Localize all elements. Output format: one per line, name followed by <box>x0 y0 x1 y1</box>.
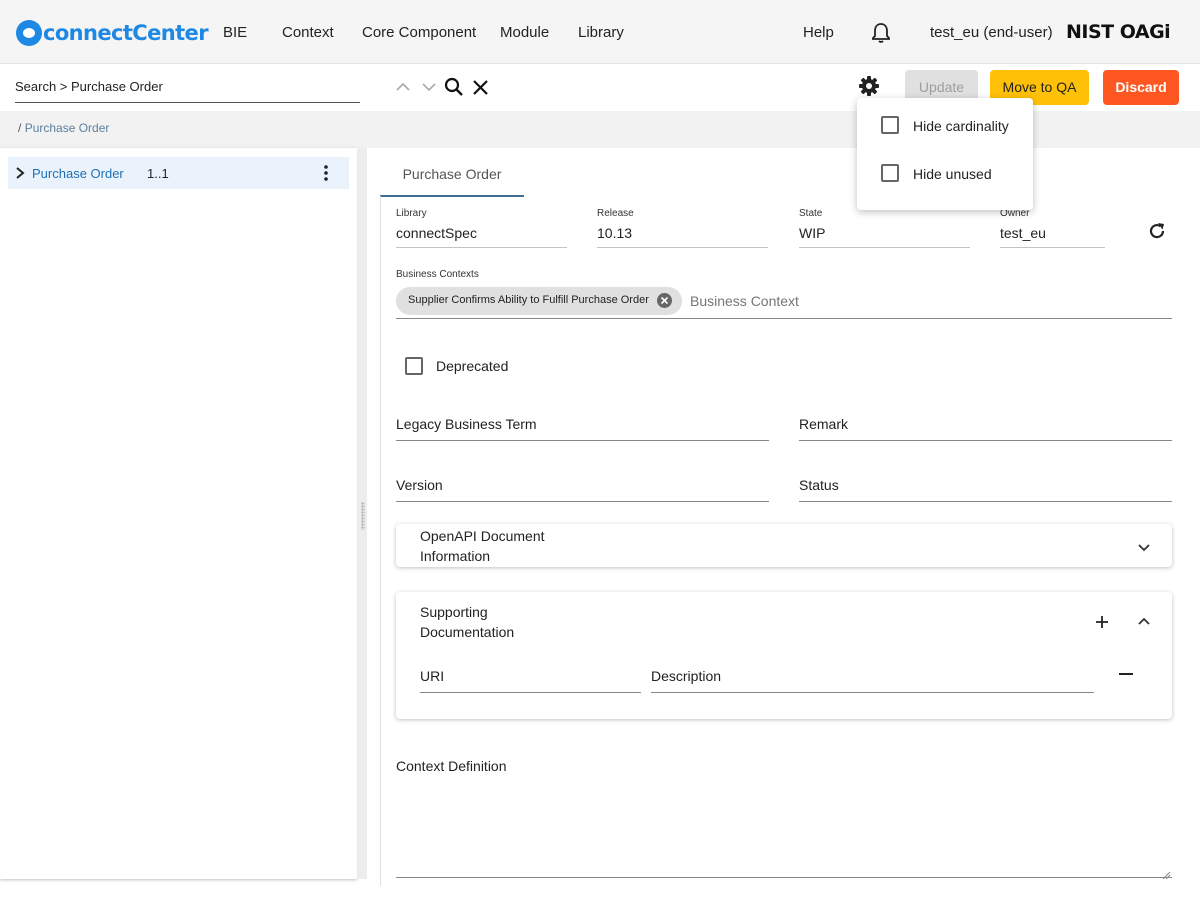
hide-cardinality-label: Hide cardinality <box>913 118 1009 134</box>
status-underline <box>799 501 1172 502</box>
status-field[interactable]: Status <box>799 477 839 493</box>
owner-underline <box>1000 247 1105 248</box>
business-context-input[interactable]: Business Context <box>690 293 799 309</box>
tree-node-cardinality: 1..1 <box>147 166 169 181</box>
nav-item-bie[interactable]: BIE <box>223 24 247 41</box>
app-logo[interactable]: connectCenter <box>16 19 209 47</box>
bell-icon[interactable] <box>871 22 891 44</box>
chevron-down-icon[interactable] <box>421 80 437 99</box>
uri-field[interactable]: URI <box>420 668 444 684</box>
remark-underline <box>799 440 1172 441</box>
state-field: WIP <box>799 225 826 241</box>
chevron-right-icon[interactable] <box>14 166 26 185</box>
hide-unused-checkbox[interactable] <box>881 164 899 182</box>
menu-item-hide-unused[interactable]: Hide unused <box>857 151 1033 199</box>
chevron-up-icon[interactable] <box>395 80 411 99</box>
expand-more-icon[interactable] <box>1136 541 1152 559</box>
remove-icon[interactable] <box>1118 666 1134 687</box>
nav-item-help[interactable]: Help <box>803 24 834 41</box>
legacy-business-term-underline <box>396 440 769 441</box>
version-underline <box>396 501 769 502</box>
hide-unused-label: Hide unused <box>913 166 992 182</box>
uri-underline <box>420 692 641 693</box>
breadcrumb-link[interactable]: Purchase Order <box>25 121 110 135</box>
business-context-underline <box>396 318 1172 319</box>
org-logo: NIST OAGi <box>1066 21 1171 43</box>
logo-text: connectCenter <box>43 21 209 45</box>
library-label: Library <box>396 208 427 219</box>
user-menu[interactable]: test_eu (end-user) <box>930 24 1053 41</box>
deprecated-checkbox[interactable] <box>405 357 423 375</box>
release-field: 10.13 <box>597 225 633 241</box>
tree-node-label[interactable]: Purchase Order <box>32 166 124 181</box>
breadcrumb: / Purchase Order <box>18 121 109 135</box>
gear-icon[interactable] <box>858 75 880 97</box>
library-underline <box>396 247 567 248</box>
context-definition-textarea[interactable] <box>396 786 1172 878</box>
description-underline <box>651 692 1094 693</box>
logo-icon <box>16 20 42 46</box>
deprecated-label: Deprecated <box>436 358 509 374</box>
state-label: State <box>799 208 823 219</box>
remove-chip-icon[interactable] <box>657 293 672 308</box>
nav-item-core-component[interactable]: Core Component <box>362 24 476 41</box>
discard-button[interactable]: Discard <box>1103 70 1179 105</box>
release-label: Release <box>597 208 634 219</box>
search-input[interactable]: Search > Purchase Order <box>15 78 360 103</box>
description-field[interactable]: Description <box>651 668 721 684</box>
search-icon[interactable] <box>444 77 464 102</box>
refresh-icon[interactable] <box>1147 221 1167 246</box>
tab-purchase-order[interactable]: Purchase Order <box>380 160 524 197</box>
menu-item-hide-cardinality[interactable]: Hide cardinality <box>857 103 1033 151</box>
release-underline <box>597 247 768 248</box>
settings-menu: Hide cardinality Hide unused <box>857 98 1033 210</box>
state-underline <box>799 247 970 248</box>
expand-less-icon[interactable] <box>1136 614 1152 632</box>
drag-handle-icon[interactable] <box>361 502 365 530</box>
add-icon[interactable] <box>1094 614 1110 635</box>
owner-field: test_eu <box>1000 225 1046 241</box>
resize-handle-icon[interactable] <box>1161 867 1171 885</box>
nav-item-module[interactable]: Module <box>500 24 549 41</box>
breadcrumb-separator: / <box>18 121 22 135</box>
tree-panel <box>0 148 357 879</box>
remark-field[interactable]: Remark <box>799 416 848 432</box>
version-field[interactable]: Version <box>396 477 443 493</box>
library-field: connectSpec <box>396 225 477 241</box>
context-definition-label: Context Definition <box>396 758 507 774</box>
openapi-panel-title: OpenAPI Document Information <box>420 528 545 564</box>
more-vert-icon[interactable] <box>322 164 330 187</box>
hide-cardinality-checkbox[interactable] <box>881 116 899 134</box>
business-contexts-label: Business Contexts <box>396 269 479 280</box>
nav-item-library[interactable]: Library <box>578 24 624 41</box>
legacy-business-term-field[interactable]: Legacy Business Term <box>396 416 537 432</box>
nav-item-context[interactable]: Context <box>282 24 334 41</box>
close-icon[interactable] <box>472 79 489 101</box>
business-context-chip[interactable]: Supplier Confirms Ability to Fulfill Pur… <box>396 287 682 315</box>
supporting-documentation-title: Supporting Documentation <box>420 604 515 640</box>
